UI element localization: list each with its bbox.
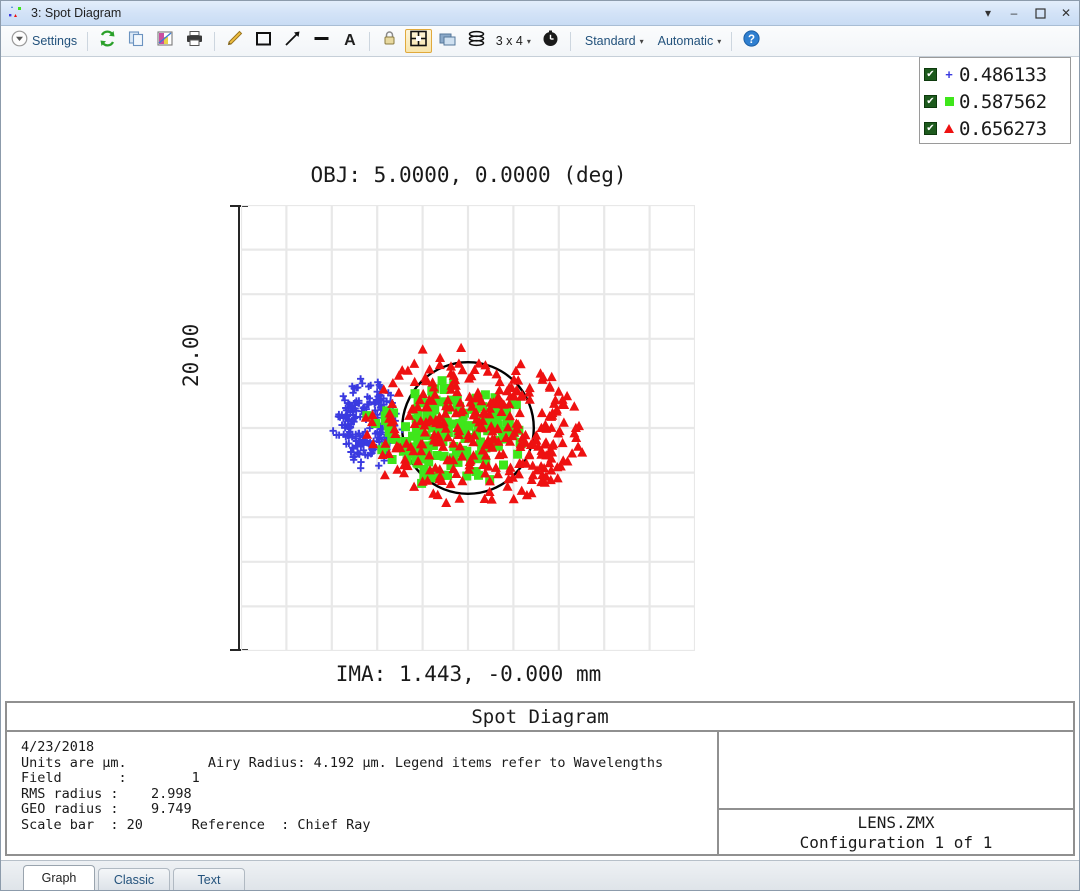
lens-info-block: LENS.ZMX Configuration 1 of 1 xyxy=(719,808,1073,856)
toolbar-separator-4 xyxy=(569,31,571,51)
chevron-down-icon: ▾ xyxy=(526,36,531,46)
legend-label: 0.656273 xyxy=(959,117,1047,140)
info-panel-text-column: 4/23/2018 Units are µm. Airy Radius: 4.1… xyxy=(7,732,719,856)
tab-text[interactable]: Text xyxy=(173,868,245,890)
plot-title: OBJ: 5.0000, 0.0000 (deg) xyxy=(310,163,627,187)
svg-text:?: ? xyxy=(748,34,755,46)
wavelength-legend[interactable]: ✔ + 0.486133 ✔ 0.587562 ✔ 0.656273 xyxy=(919,57,1071,144)
tab-graph[interactable]: Graph xyxy=(23,865,95,890)
spot-plot-svg xyxy=(239,203,697,653)
overlay-windows-icon xyxy=(438,29,457,53)
legend-label: 0.486133 xyxy=(959,63,1047,86)
scale-bar-label: 20.00 xyxy=(179,323,203,387)
window-minimize-button[interactable]: – xyxy=(1001,1,1027,25)
grid-size-label: 3 x 4 xyxy=(495,34,523,48)
scale-bar-line xyxy=(238,205,240,651)
pencil-icon xyxy=(225,29,244,53)
lock-button[interactable] xyxy=(376,29,403,53)
info-panel-right-column: LENS.ZMX Configuration 1 of 1 xyxy=(719,732,1073,856)
info-panel: Spot Diagram 4/23/2018 Units are µm. Air… xyxy=(5,701,1075,856)
legend-checkbox[interactable]: ✔ xyxy=(924,122,937,135)
legend-item[interactable]: ✔ 0.656273 xyxy=(924,115,1066,142)
grid-size-button[interactable]: 3 x 4 ▾ xyxy=(492,29,535,53)
scale-dropdown[interactable]: Automatic ▾ xyxy=(650,29,726,53)
clock-icon xyxy=(541,29,560,53)
lens-file-label: LENS.ZMX xyxy=(857,813,935,832)
save-image-icon xyxy=(156,29,175,53)
plot-xlabel: IMA: 1.443, -0.000 mm xyxy=(335,662,602,686)
rectangle-annotation-button[interactable] xyxy=(250,29,277,53)
settings-label: Settings xyxy=(32,34,78,48)
text-icon: A xyxy=(344,32,356,49)
chevron-down-circle-icon xyxy=(11,30,28,52)
line-icon xyxy=(312,29,331,53)
spot-diagram-window: 3: Spot Diagram ▾ – ✕ Settings A 3 x 4 ▾… xyxy=(0,0,1080,891)
window-dropdown-button[interactable]: ▾ xyxy=(975,1,1001,25)
arrow-icon xyxy=(283,29,302,53)
configuration-label: Configuration 1 of 1 xyxy=(799,833,993,852)
spot-scatter-plot[interactable] xyxy=(239,203,697,653)
toolbar-separator-3 xyxy=(368,31,370,51)
line-annotation-button[interactable] xyxy=(308,29,335,53)
toolbar: Settings A 3 x 4 ▾ Standard ▾ Automatic … xyxy=(1,26,1079,57)
layers-button[interactable] xyxy=(463,29,490,53)
fit-window-button[interactable] xyxy=(404,29,432,53)
legend-checkbox[interactable]: ✔ xyxy=(924,95,937,108)
refresh-button[interactable] xyxy=(94,29,121,53)
arrow-annotation-button[interactable] xyxy=(279,29,306,53)
view-tabs: Graph Classic Text xyxy=(1,860,1079,890)
pencil-annotation-button[interactable] xyxy=(221,29,248,53)
style-dropdown[interactable]: Standard ▾ xyxy=(577,29,648,53)
copy-button[interactable] xyxy=(123,29,150,53)
chevron-down-icon: ▾ xyxy=(639,36,644,46)
text-annotation-button[interactable]: A xyxy=(337,29,363,53)
cross-marker-icon: + xyxy=(945,67,953,82)
fit-window-icon xyxy=(409,29,428,53)
settings-button[interactable]: Settings xyxy=(7,29,81,53)
window-maximize-button[interactable] xyxy=(1027,1,1053,25)
help-button[interactable]: ? xyxy=(738,29,765,53)
toolbar-separator-5 xyxy=(731,31,733,51)
clock-button[interactable] xyxy=(537,29,564,53)
window-titlebar: 3: Spot Diagram ▾ – ✕ xyxy=(1,1,1079,26)
printer-icon xyxy=(185,29,204,53)
chevron-down-icon: ▾ xyxy=(717,36,722,46)
save-image-button[interactable] xyxy=(152,29,179,53)
window-close-button[interactable]: ✕ xyxy=(1053,1,1079,25)
legend-label: 0.587562 xyxy=(959,90,1047,113)
tab-classic[interactable]: Classic xyxy=(98,868,170,890)
scale-label: Automatic xyxy=(657,34,714,48)
rectangle-icon xyxy=(254,29,273,53)
style-label: Standard xyxy=(584,34,636,48)
info-panel-title: Spot Diagram xyxy=(7,703,1073,732)
print-button[interactable] xyxy=(181,29,208,53)
layers-icon xyxy=(467,29,486,53)
info-panel-text: 4/23/2018 Units are µm. Airy Radius: 4.1… xyxy=(21,739,664,833)
lock-icon xyxy=(380,29,399,53)
triangle-marker-icon xyxy=(941,122,957,135)
square-marker-icon xyxy=(941,95,957,108)
legend-item[interactable]: ✔ + 0.486133 xyxy=(924,61,1066,88)
spot-diagram-icon xyxy=(7,5,29,21)
legend-checkbox[interactable]: ✔ xyxy=(924,68,937,81)
copy-icon xyxy=(127,29,146,53)
toolbar-separator-1 xyxy=(87,31,89,51)
info-panel-body: 4/23/2018 Units are µm. Airy Radius: 4.1… xyxy=(7,732,1073,856)
help-icon: ? xyxy=(742,29,761,53)
overlay-button[interactable] xyxy=(434,29,461,53)
refresh-icon xyxy=(98,29,117,53)
window-controls: ▾ – ✕ xyxy=(975,1,1079,25)
toolbar-separator-2 xyxy=(214,31,216,51)
window-title: 3: Spot Diagram xyxy=(31,6,122,20)
legend-item[interactable]: ✔ 0.587562 xyxy=(924,88,1066,115)
